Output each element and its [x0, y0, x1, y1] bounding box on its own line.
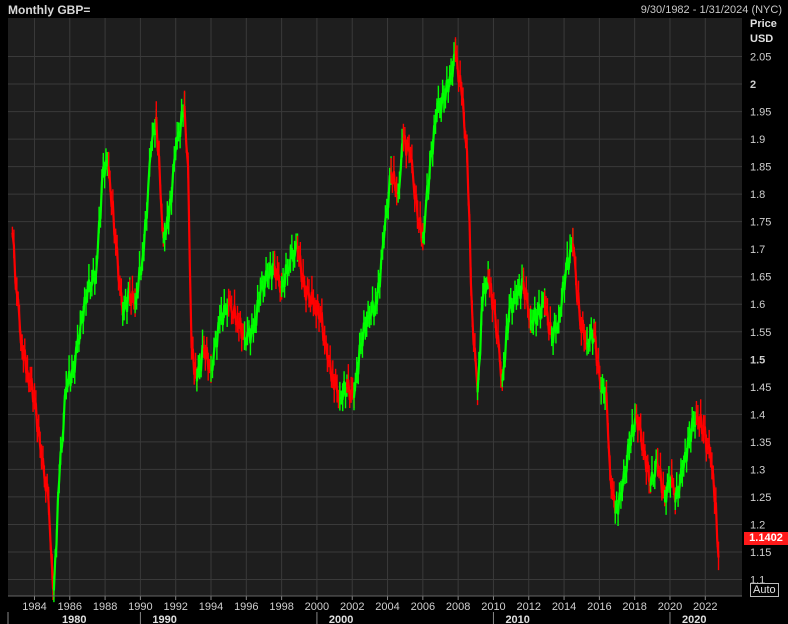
x-tick-label: 2014 — [552, 601, 576, 613]
decade-label: 2000 — [329, 614, 353, 624]
x-tick-label: 1990 — [128, 601, 152, 613]
y-tick-label: 1.55 — [750, 327, 771, 339]
decade-label: 1990 — [152, 614, 176, 624]
x-tick-label: 2010 — [481, 601, 505, 613]
x-tick-label: 1998 — [269, 601, 293, 613]
decade-label: 1980 — [62, 614, 86, 624]
auto-scale-button[interactable]: Auto — [750, 583, 779, 597]
x-tick-label: 2020 — [658, 601, 682, 613]
y-axis: 1.11.151.21.251.31.351.41.451.51.551.61.… — [750, 52, 771, 587]
x-tick-label: 2006 — [411, 601, 435, 613]
y-tick-label: 2.05 — [750, 52, 771, 64]
x-tick-label: 1986 — [58, 601, 82, 613]
date-range: 9/30/1982 - 1/31/2024 (NYC) — [640, 4, 782, 16]
price-axis-label: Price — [750, 18, 777, 30]
x-tick-label: 2022 — [693, 601, 717, 613]
x-axis: 1984 1986 1988 1990 1992 1994 1996 1998 2000 2002… — [7, 595, 742, 624]
currency-axis-label: USD — [750, 33, 774, 45]
x-tick-label: 2008 — [446, 601, 470, 613]
price-chart: 1.11.151.21.251.31.351.41.451.51.551.61.… — [7, 18, 771, 624]
y-tick-label: 1.3 — [750, 464, 765, 476]
y-tick-label: 1.35 — [750, 437, 771, 449]
chart-title: Monthly GBP= — [8, 3, 91, 17]
y-tick-label: 1.6 — [750, 299, 765, 311]
y-tick-label: 1.9 — [750, 134, 765, 146]
y-tick-label: 1.2 — [750, 519, 765, 531]
x-tick-label: 1994 — [199, 601, 223, 613]
y-tick-label: 1.65 — [750, 272, 771, 284]
y-tick-label: 1.15 — [750, 547, 771, 559]
x-tick-label: 2012 — [517, 601, 541, 613]
x-tick-label: 2018 — [622, 601, 646, 613]
y-tick-label: 1.5 — [750, 354, 765, 366]
y-tick-label: 1.4 — [750, 409, 765, 421]
x-tick-label: 2016 — [587, 601, 611, 613]
y-tick-label: 2 — [750, 79, 756, 91]
y-tick-label: 1.25 — [750, 492, 771, 504]
x-tick-label: 2000 — [305, 601, 329, 613]
x-tick-label: 2002 — [340, 601, 364, 613]
x-tick-label: 1996 — [234, 601, 258, 613]
decade-label: 2010 — [505, 614, 529, 624]
x-tick-label: 1992 — [163, 601, 187, 613]
y-tick-label: 1.7 — [750, 244, 765, 256]
decade-label: 2020 — [682, 614, 706, 624]
y-tick-label: 1.95 — [750, 107, 771, 119]
y-tick-label: 1.45 — [750, 382, 771, 394]
x-tick-label: 1988 — [93, 601, 117, 613]
y-tick-label: 1.85 — [750, 162, 771, 174]
y-tick-label: 1.8 — [750, 189, 765, 201]
x-tick-label: 2004 — [375, 601, 399, 613]
last-price-tag: 1.1402 — [744, 532, 788, 545]
x-tick-label: 1984 — [22, 601, 46, 613]
y-tick-label: 1.75 — [750, 217, 771, 229]
